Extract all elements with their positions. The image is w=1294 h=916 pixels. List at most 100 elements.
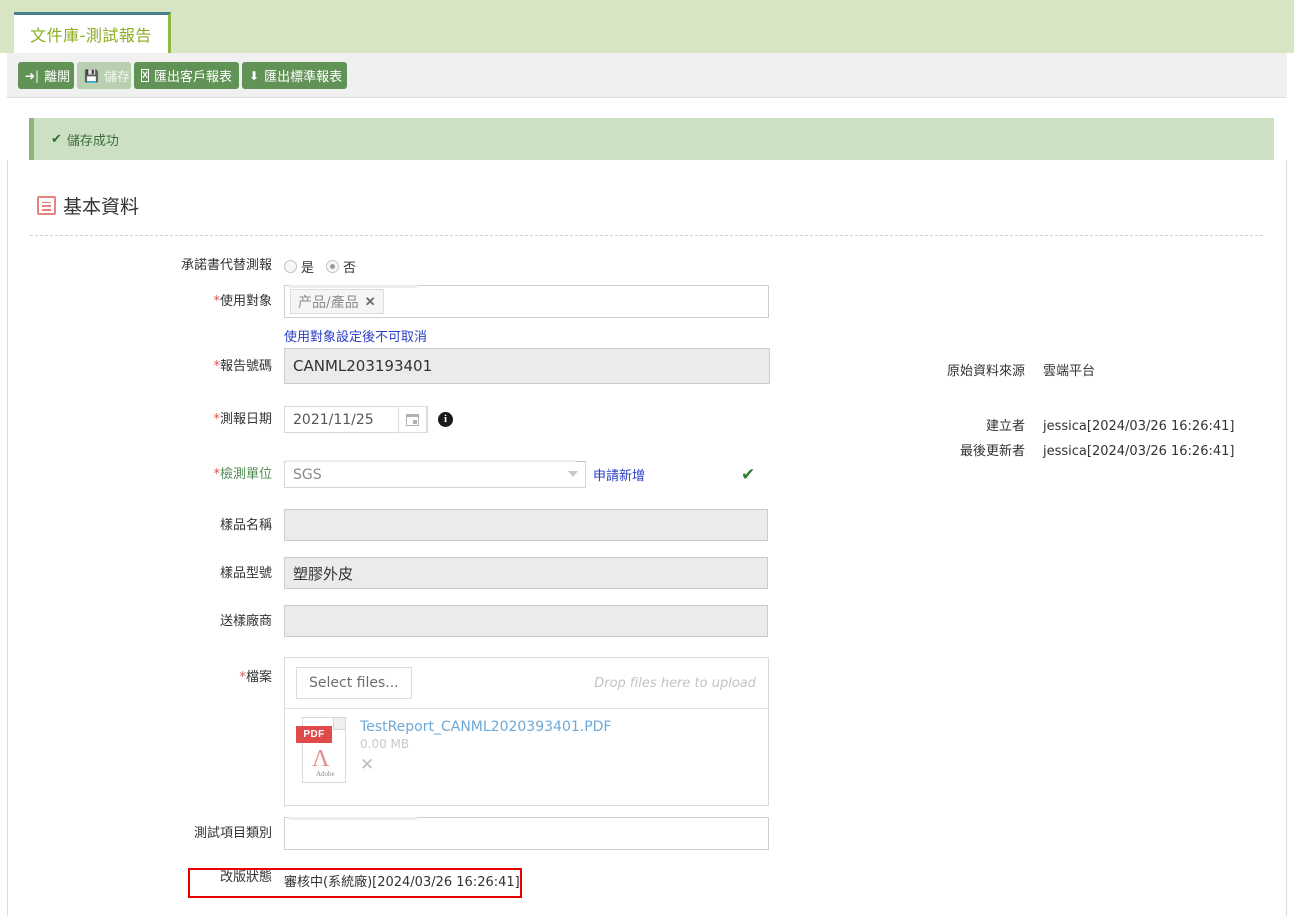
info-icon[interactable]: i: [438, 412, 453, 427]
content-panel: 基本資料 承諾書代替測報 是 否 *使用對象 产品/產品 ✕ 使用對象設定後不可…: [7, 160, 1287, 916]
field-row-test-unit: *檢測單位 SGS 申請新增 ✔: [8, 460, 828, 509]
sample-name-label: 樣品名稱: [219, 518, 272, 533]
test-unit-value: SGS: [293, 466, 322, 483]
test-item-type-label: 測試項目類別: [193, 826, 272, 841]
test-unit-label: *檢測單位: [213, 467, 272, 482]
pdf-badge: PDF: [296, 726, 332, 743]
usage-target-field: 产品/產品 ✕ 使用對象設定後不可取消: [284, 285, 769, 345]
meta-row-creator: 建立者 jessica[2024/03/26 16:26:41]: [868, 415, 1268, 434]
pledge-radio-yes[interactable]: [284, 260, 297, 273]
floppy-disk-icon: 💾: [84, 68, 99, 83]
tab-strip: 文件庫-測試報告: [0, 0, 1294, 53]
meta-label-source: 原始資料來源: [946, 364, 1025, 379]
report-no-label: *報告號碼: [213, 359, 272, 374]
pledge-radio-group[interactable]: 是 否: [284, 255, 364, 276]
file-uploader-header: Select files... Drop files here to uploa…: [285, 658, 768, 709]
test-unit-select[interactable]: SGS: [284, 460, 586, 488]
leave-button-label: 離開: [44, 70, 71, 85]
alert-message: 儲存成功: [66, 133, 119, 149]
section-header-basic-info: 基本資料: [37, 192, 139, 219]
pledge-radio-no-label: 否: [343, 261, 357, 276]
file-list: PDF Λ Adobe TestReport_CANML2020393401.P…: [285, 709, 768, 805]
toolbar: ➜| 離開 💾 儲存 X 匯出客戶報表 ⬇ 匯出標準報表: [7, 53, 1287, 98]
drop-files-hint: Drop files here to upload: [594, 675, 756, 691]
field-row-pledge: 承諾書代替測報 是 否: [8, 255, 828, 285]
report-no-input[interactable]: [284, 348, 770, 384]
sample-model-label: 樣品型號: [219, 566, 272, 581]
save-button[interactable]: 💾 儲存: [77, 62, 131, 89]
test-date-input[interactable]: 2021/11/25: [284, 406, 428, 433]
pledge-radio-yes-label: 是: [301, 261, 315, 276]
close-icon[interactable]: ✕: [365, 294, 376, 310]
export-standard-report-label: 匯出標準報表: [264, 70, 343, 85]
tagfield-topbar: [289, 285, 417, 288]
field-row-sample-vendor: 送樣廠商: [8, 605, 828, 657]
meta-row-updater: 最後更新者 jessica[2024/03/26 16:26:41]: [868, 440, 1268, 459]
meta-label-creator: 建立者: [985, 419, 1025, 434]
sample-name-field: [284, 509, 768, 541]
list-icon: [37, 196, 56, 215]
field-row-sample-name: 樣品名稱: [8, 509, 828, 557]
test-date-value: 2021/11/25: [293, 411, 374, 428]
sample-model-field: [284, 557, 768, 589]
section-divider: [30, 235, 1263, 236]
page-root: 文件庫-測試報告 ➜| 離開 💾 儲存 X 匯出客戶報表 ⬇ 匯出標準報表 ✔ …: [0, 0, 1294, 916]
basic-info-form: 承諾書代替測報 是 否 *使用對象 产品/產品 ✕ 使用對象設定後不可取消 *報…: [8, 255, 828, 899]
field-row-test-date: *測報日期 2021/11/25 i: [8, 406, 828, 461]
test-unit-valid-icon: ✔: [741, 464, 756, 485]
test-unit-apply-link[interactable]: 申請新增: [593, 465, 645, 484]
tab-label: 文件庫-測試報告: [30, 26, 152, 45]
test-date-field: 2021/11/25 i: [284, 406, 453, 433]
files-field: Select files... Drop files here to uploa…: [284, 657, 769, 806]
usage-target-hint[interactable]: 使用對象設定後不可取消: [284, 326, 726, 345]
usage-target-label: *使用對象: [213, 294, 272, 309]
field-row-sample-model: 樣品型號: [8, 557, 828, 605]
revision-status-highlight: [188, 868, 522, 898]
sample-vendor-field: [284, 605, 768, 637]
field-row-files: *檔案 Select files... Drop files here to u…: [8, 657, 828, 817]
meta-label-updater: 最後更新者: [959, 444, 1025, 459]
test-unit-field: SGS 申請新增 ✔: [284, 460, 756, 488]
test-item-type-input[interactable]: [284, 817, 769, 850]
chevron-down-icon: [568, 471, 578, 477]
file-uploader[interactable]: Select files... Drop files here to uploa…: [284, 657, 769, 806]
field-row-usage-target: *使用對象 产品/產品 ✕ 使用對象設定後不可取消: [8, 285, 828, 348]
adobe-label: Adobe: [316, 770, 335, 778]
usage-target-taginput[interactable]: 产品/產品 ✕: [284, 285, 769, 318]
test-date-label: *測報日期: [213, 412, 272, 427]
file-name-link[interactable]: TestReport_CANML2020393401.PDF: [360, 719, 611, 735]
sample-vendor-label: 送樣廠商: [219, 614, 272, 629]
meta-value-updater: jessica[2024/03/26 16:26:41]: [1043, 444, 1235, 459]
meta-value-source: 雲端平台: [1043, 364, 1096, 379]
field-row-test-item-type: 測試項目類別: [8, 817, 828, 865]
save-success-alert: ✔ 儲存成功: [29, 118, 1274, 160]
usage-target-chip: 产品/產品 ✕: [290, 289, 384, 314]
meta-value-creator: jessica[2024/03/26 16:26:41]: [1043, 419, 1235, 434]
metadata-panel: 原始資料來源 雲端平台 建立者 jessica[2024/03/26 16:26…: [868, 360, 1268, 465]
export-customer-report-button[interactable]: X 匯出客戶報表: [134, 62, 239, 89]
sample-vendor-input[interactable]: [284, 605, 768, 637]
export-standard-report-button[interactable]: ⬇ 匯出標準報表: [242, 62, 347, 89]
exit-icon: ➜|: [25, 68, 40, 83]
download-icon: ⬇: [249, 68, 260, 83]
save-button-label: 儲存: [103, 70, 130, 85]
sample-name-input[interactable]: [284, 509, 768, 541]
calendar-icon[interactable]: [398, 406, 427, 433]
pdf-file-icon: PDF Λ Adobe: [296, 717, 350, 783]
tab-document-library-test-report[interactable]: 文件庫-測試報告: [14, 12, 171, 53]
pledge-radio-no[interactable]: [326, 260, 340, 273]
adobe-glyph-icon: Λ: [312, 746, 330, 772]
field-row-report-no: *報告號碼: [8, 348, 828, 406]
leave-button[interactable]: ➜| 離開: [18, 62, 74, 89]
export-customer-report-label: 匯出客戶報表: [154, 70, 233, 85]
remove-file-icon[interactable]: ✕: [360, 756, 611, 773]
usage-target-chip-label: 产品/產品: [298, 294, 359, 311]
file-size-label: 0.00 MB: [360, 737, 410, 751]
select-files-button[interactable]: Select files...: [296, 667, 412, 699]
file-list-item: TestReport_CANML2020393401.PDF 0.00 MB ✕: [360, 717, 611, 805]
page-title: 基本資料: [63, 196, 140, 218]
check-icon: ✔: [51, 131, 62, 147]
pledge-label: 承諾書代替測報: [180, 258, 272, 273]
meta-row-source: 原始資料來源 雲端平台: [868, 360, 1268, 379]
sample-model-input[interactable]: [284, 557, 768, 589]
